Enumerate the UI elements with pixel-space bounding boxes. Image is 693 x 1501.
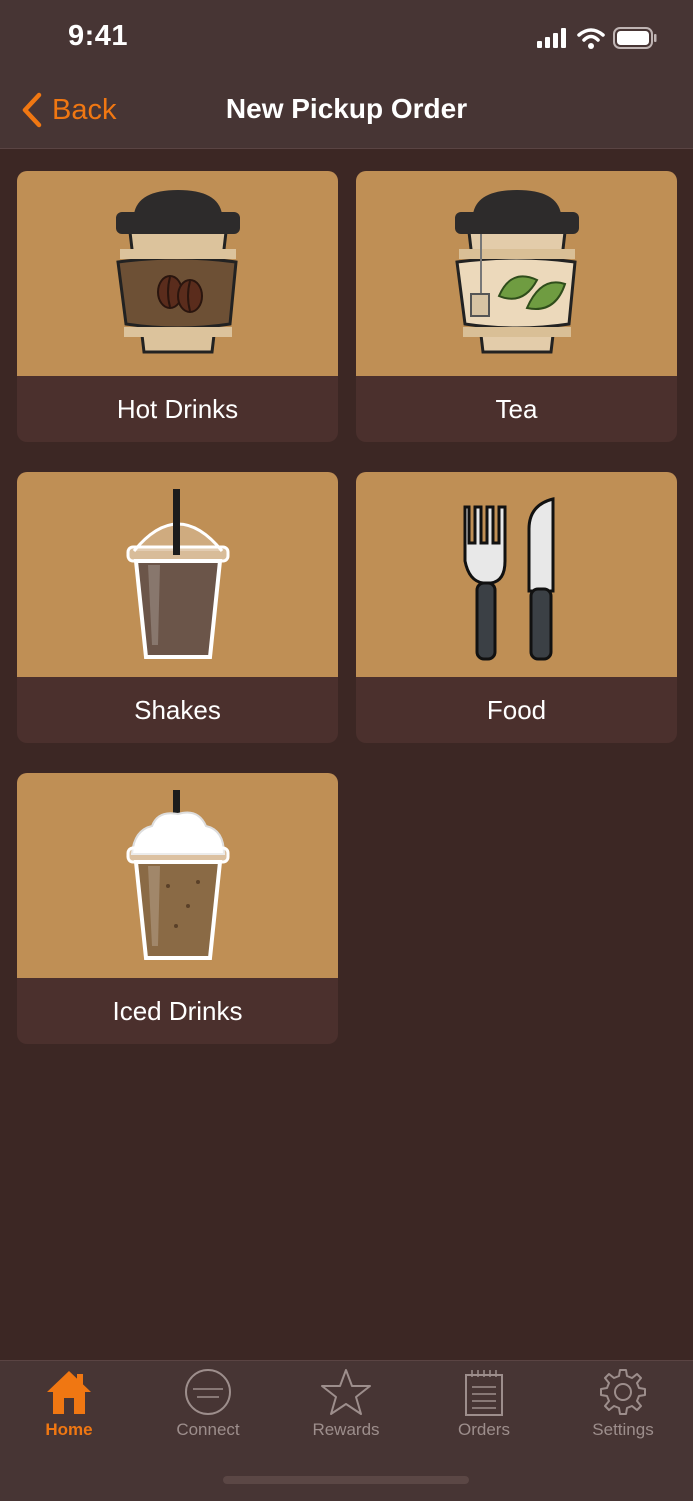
category-label: Iced Drinks — [112, 995, 243, 1026]
fork-knife-icon — [463, 496, 554, 660]
category-label: Food — [486, 694, 547, 725]
signal-icon — [537, 28, 566, 48]
card-image — [356, 171, 677, 376]
coffee-cup-icon — [115, 189, 240, 353]
category-card-food[interactable]: Food — [356, 472, 677, 743]
notepad-icon — [465, 1370, 503, 1416]
tab-connect[interactable]: Connect — [148, 1367, 268, 1447]
card-image — [17, 171, 338, 376]
category-label: Tea — [495, 393, 538, 424]
tab-home[interactable]: Home — [9, 1367, 129, 1447]
category-label: Shakes — [134, 694, 221, 725]
tab-label: Orders — [458, 1420, 510, 1439]
gear-icon — [600, 1369, 646, 1415]
tab-label: Rewards — [312, 1420, 380, 1439]
tab-label: Home — [45, 1420, 93, 1439]
card-image — [356, 472, 677, 677]
wifi-icon — [577, 28, 605, 49]
tab-settings[interactable]: Settings — [563, 1367, 683, 1447]
card-image — [17, 773, 338, 978]
connect-logo-icon — [185, 1369, 231, 1415]
shake-cup-icon — [126, 488, 229, 659]
home-indicator — [223, 1476, 469, 1484]
category-card-tea[interactable]: Tea — [356, 171, 677, 442]
tea-cup-icon — [454, 189, 579, 353]
battery-icon — [613, 27, 657, 49]
home-icon — [47, 1371, 91, 1414]
star-icon — [321, 1369, 371, 1415]
status-time: 9:41 — [68, 20, 129, 52]
category-card-hot-drinks[interactable]: Hot Drinks — [17, 171, 338, 442]
page-title: New Pickup Order — [225, 93, 468, 124]
navigation-bar: 9:41 Back New Pickup Order — [0, 0, 693, 149]
tab-label: Settings — [592, 1420, 654, 1439]
card-image — [17, 472, 338, 677]
iced-drink-icon — [126, 789, 229, 960]
category-card-shakes[interactable]: Shakes — [17, 472, 338, 743]
category-card-iced-drinks[interactable]: Iced Drinks — [17, 773, 338, 1044]
tab-label: Connect — [176, 1420, 240, 1439]
status-icons — [537, 26, 657, 50]
tab-orders[interactable]: Orders — [424, 1367, 544, 1447]
tab-rewards[interactable]: Rewards — [286, 1367, 406, 1447]
category-label: Hot Drinks — [116, 393, 239, 424]
